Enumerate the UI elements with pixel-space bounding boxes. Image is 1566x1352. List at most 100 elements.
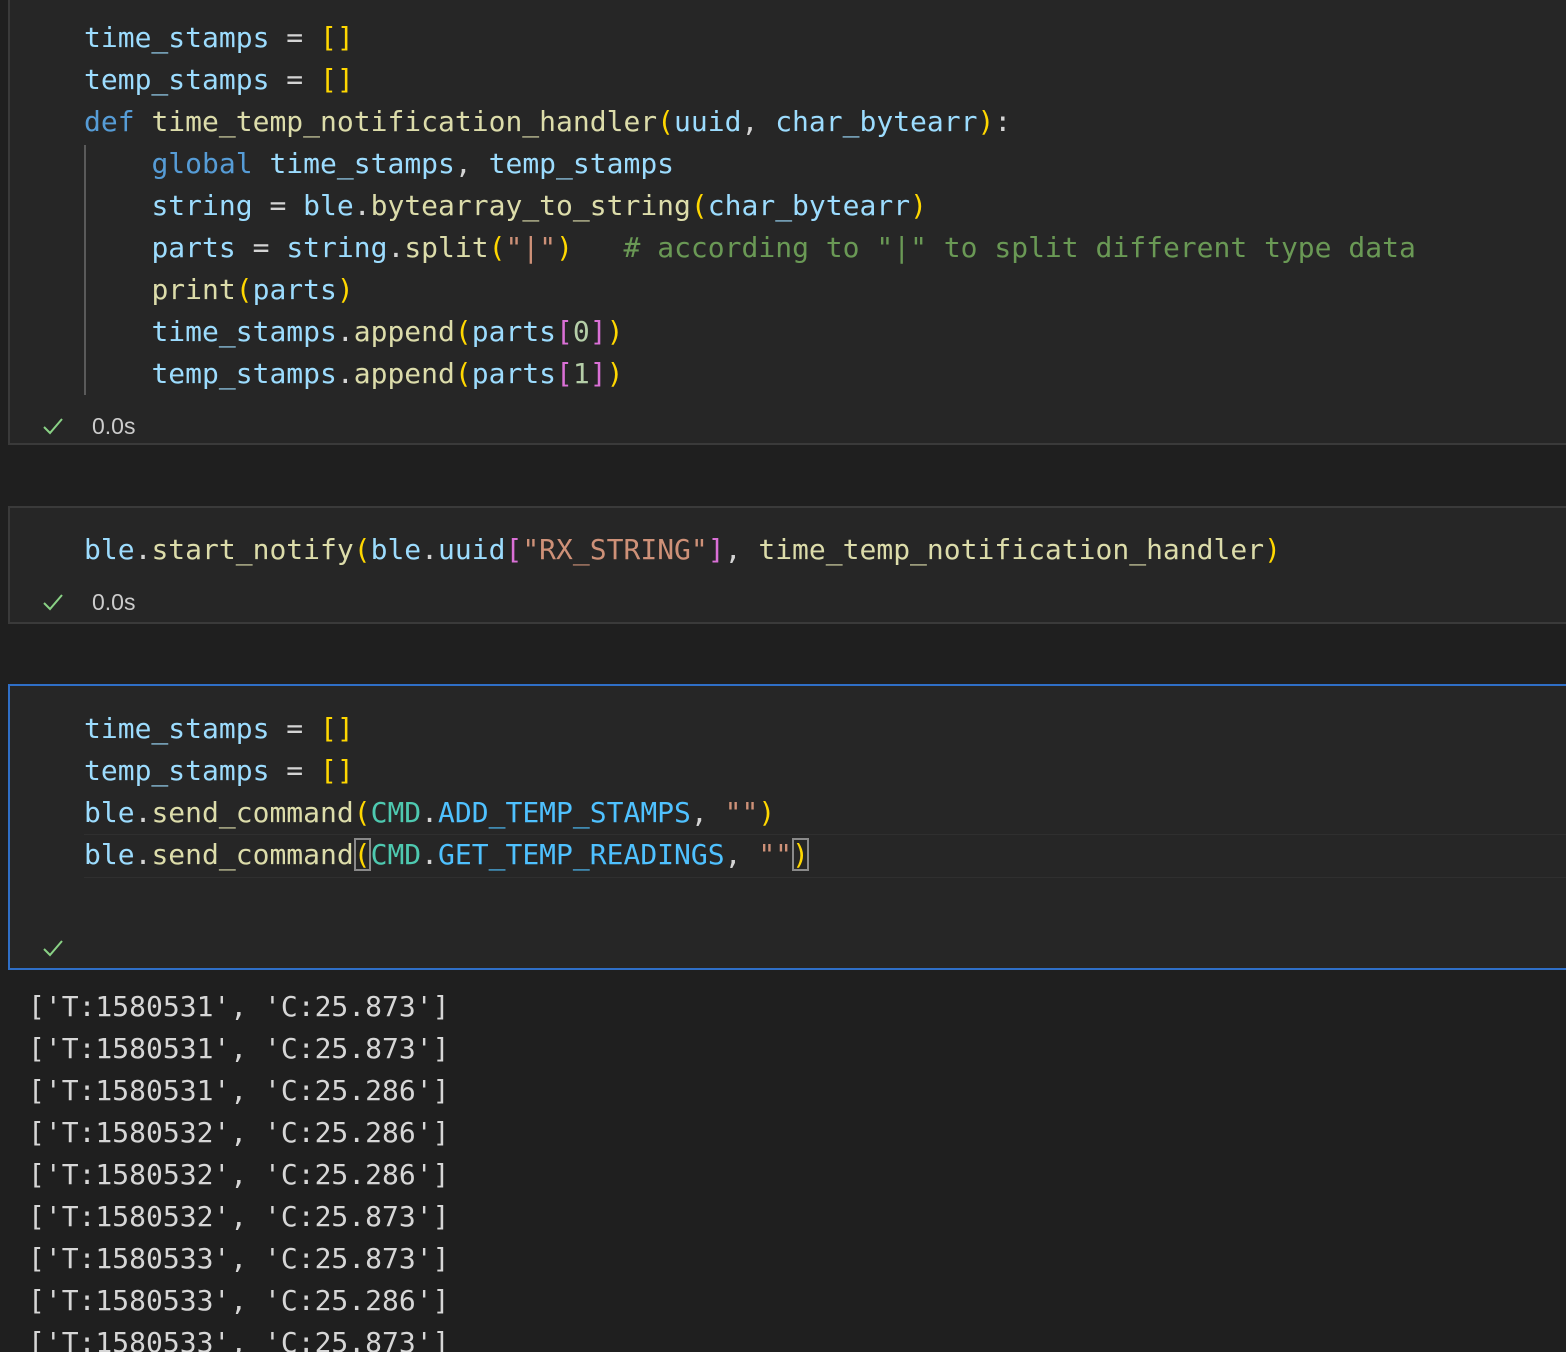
code-token: ble bbox=[84, 838, 135, 871]
code-token: ble bbox=[370, 533, 422, 566]
code-token: ( bbox=[454, 315, 472, 348]
code-token: . bbox=[134, 533, 152, 566]
code-token: ) bbox=[977, 105, 995, 138]
code-token: ] bbox=[589, 357, 607, 390]
code-line[interactable]: ble.send_command(CMD.ADD_TEMP_STAMPS, ""… bbox=[84, 792, 809, 834]
code-editor[interactable]: time_stamps = [] temp_stamps = [] def time… bbox=[84, 17, 1416, 395]
code-token: time_temp_notification_handler bbox=[758, 533, 1265, 566]
code-cell-2[interactable]: ble.start_notify(ble.uuid["RX_STRING"], … bbox=[8, 506, 1566, 624]
code-token: ] bbox=[707, 533, 725, 566]
code-token: ) bbox=[758, 796, 776, 829]
output-line: ['T:1580532', 'C:25.286'] bbox=[28, 1116, 450, 1149]
code-line[interactable]: def time_temp_notification_handler(uuid,… bbox=[84, 101, 1416, 143]
code-token: ( bbox=[235, 273, 253, 306]
code-token: , bbox=[724, 838, 759, 871]
code-token: . bbox=[421, 796, 439, 829]
code-token: ( bbox=[353, 838, 371, 871]
code-line[interactable]: ble.start_notify(ble.uuid["RX_STRING"], … bbox=[84, 529, 1281, 571]
code-token: "|" bbox=[505, 231, 557, 264]
code-token: parts bbox=[471, 357, 557, 390]
check-icon bbox=[43, 418, 63, 435]
code-token: send_command bbox=[151, 796, 354, 829]
code-token: = bbox=[269, 21, 321, 54]
code-token: : bbox=[994, 105, 1012, 138]
output-line: ['T:1580533', 'C:25.286'] bbox=[28, 1284, 450, 1317]
code-line[interactable]: temp_stamps = [] bbox=[84, 750, 809, 792]
code-token: [] bbox=[320, 63, 354, 96]
code-token: parts bbox=[252, 273, 337, 306]
code-token: "" bbox=[724, 796, 759, 829]
code-token: ( bbox=[353, 796, 371, 829]
code-token: print bbox=[151, 273, 236, 306]
code-line[interactable]: time_stamps = [] bbox=[84, 17, 1416, 59]
code-line[interactable]: global time_stamps, temp_stamps bbox=[84, 143, 1416, 185]
code-token: parts bbox=[471, 315, 557, 348]
code-token: global bbox=[151, 147, 253, 180]
code-cell-3[interactable]: time_stamps = [] temp_stamps = [] ble. send… bbox=[8, 684, 1566, 970]
code-line[interactable]: ble.send_command(CMD.GET_TEMP_READINGS, … bbox=[84, 834, 809, 876]
code-token: , bbox=[690, 796, 725, 829]
code-token: parts bbox=[151, 231, 236, 264]
code-line[interactable]: print(parts) bbox=[84, 269, 1416, 311]
check-icon bbox=[43, 940, 63, 957]
code-token: ( bbox=[690, 189, 708, 222]
code-token: ] bbox=[589, 315, 607, 348]
code-token: temp_stamps bbox=[151, 357, 337, 390]
code-token: , bbox=[724, 533, 759, 566]
code-token: = bbox=[269, 754, 321, 787]
code-line[interactable]: time_stamps = [] bbox=[84, 708, 809, 750]
code-token: ( bbox=[353, 533, 371, 566]
code-token: [ bbox=[556, 357, 573, 390]
code-token: uuid bbox=[674, 105, 742, 138]
code-token: . bbox=[353, 189, 371, 222]
code-token: ( bbox=[657, 105, 675, 138]
code-line[interactable]: time_stamps.append(parts[0]) bbox=[84, 311, 1416, 353]
code-token: GET_TEMP_READINGS bbox=[438, 838, 725, 871]
code-editor[interactable]: time_stamps = [] temp_stamps = [] ble. send… bbox=[84, 708, 809, 876]
output-line: ['T:1580533', 'C:25.873'] bbox=[28, 1326, 450, 1352]
code-line[interactable]: parts = string.split("|") # according to… bbox=[84, 227, 1415, 269]
code-line[interactable]: temp_stamps = [] bbox=[84, 59, 1416, 101]
code-token: [] bbox=[320, 712, 354, 745]
code-token: time_stamps bbox=[151, 315, 337, 348]
cell-output: ['T:1580531', 'C:25.873'] ['T:1580531', '… bbox=[28, 986, 449, 1352]
code-token: ADD_TEMP_STAMPS bbox=[438, 796, 691, 829]
code-token: , bbox=[454, 147, 489, 180]
output-line: ['T:1580531', 'C:25.286'] bbox=[28, 1074, 450, 1107]
output-line: ['T:1580531', 'C:25.873'] bbox=[28, 990, 450, 1023]
code-token: ble bbox=[84, 533, 135, 566]
code-token: split bbox=[404, 231, 489, 264]
code-token: . bbox=[387, 231, 405, 264]
code-line[interactable]: string = ble.bytearray_to_string(char_by… bbox=[84, 185, 1416, 227]
code-token: [] bbox=[320, 21, 354, 54]
code-token: start_notify bbox=[151, 533, 354, 566]
code-token: . bbox=[336, 357, 354, 390]
code-token: time_stamps bbox=[84, 21, 270, 54]
code-token: = bbox=[269, 63, 321, 96]
code-token: ble bbox=[303, 189, 354, 222]
code-token: uuid bbox=[438, 533, 506, 566]
code-token: = bbox=[235, 231, 287, 264]
output-line: ['T:1580532', 'C:25.873'] bbox=[28, 1200, 450, 1233]
code-token: ) bbox=[910, 189, 927, 222]
code-cell-1[interactable]: time_stamps = [] temp_stamps = [] def time… bbox=[8, 0, 1566, 445]
code-token: send_command bbox=[151, 838, 354, 871]
code-token: [ bbox=[556, 315, 573, 348]
code-token: . bbox=[421, 838, 439, 871]
code-token: def bbox=[84, 105, 135, 138]
code-editor[interactable]: ble.start_notify(ble.uuid["RX_STRING"], … bbox=[84, 529, 1281, 571]
code-token: ble bbox=[84, 796, 135, 829]
code-token: . bbox=[421, 533, 439, 566]
code-token: "" bbox=[758, 838, 793, 871]
code-token: ( bbox=[488, 231, 506, 264]
output-line: ['T:1580533', 'C:25.873'] bbox=[28, 1242, 450, 1275]
code-line[interactable]: temp_stamps.append(parts[1]) bbox=[84, 353, 1416, 395]
code-token: ) bbox=[792, 838, 809, 871]
